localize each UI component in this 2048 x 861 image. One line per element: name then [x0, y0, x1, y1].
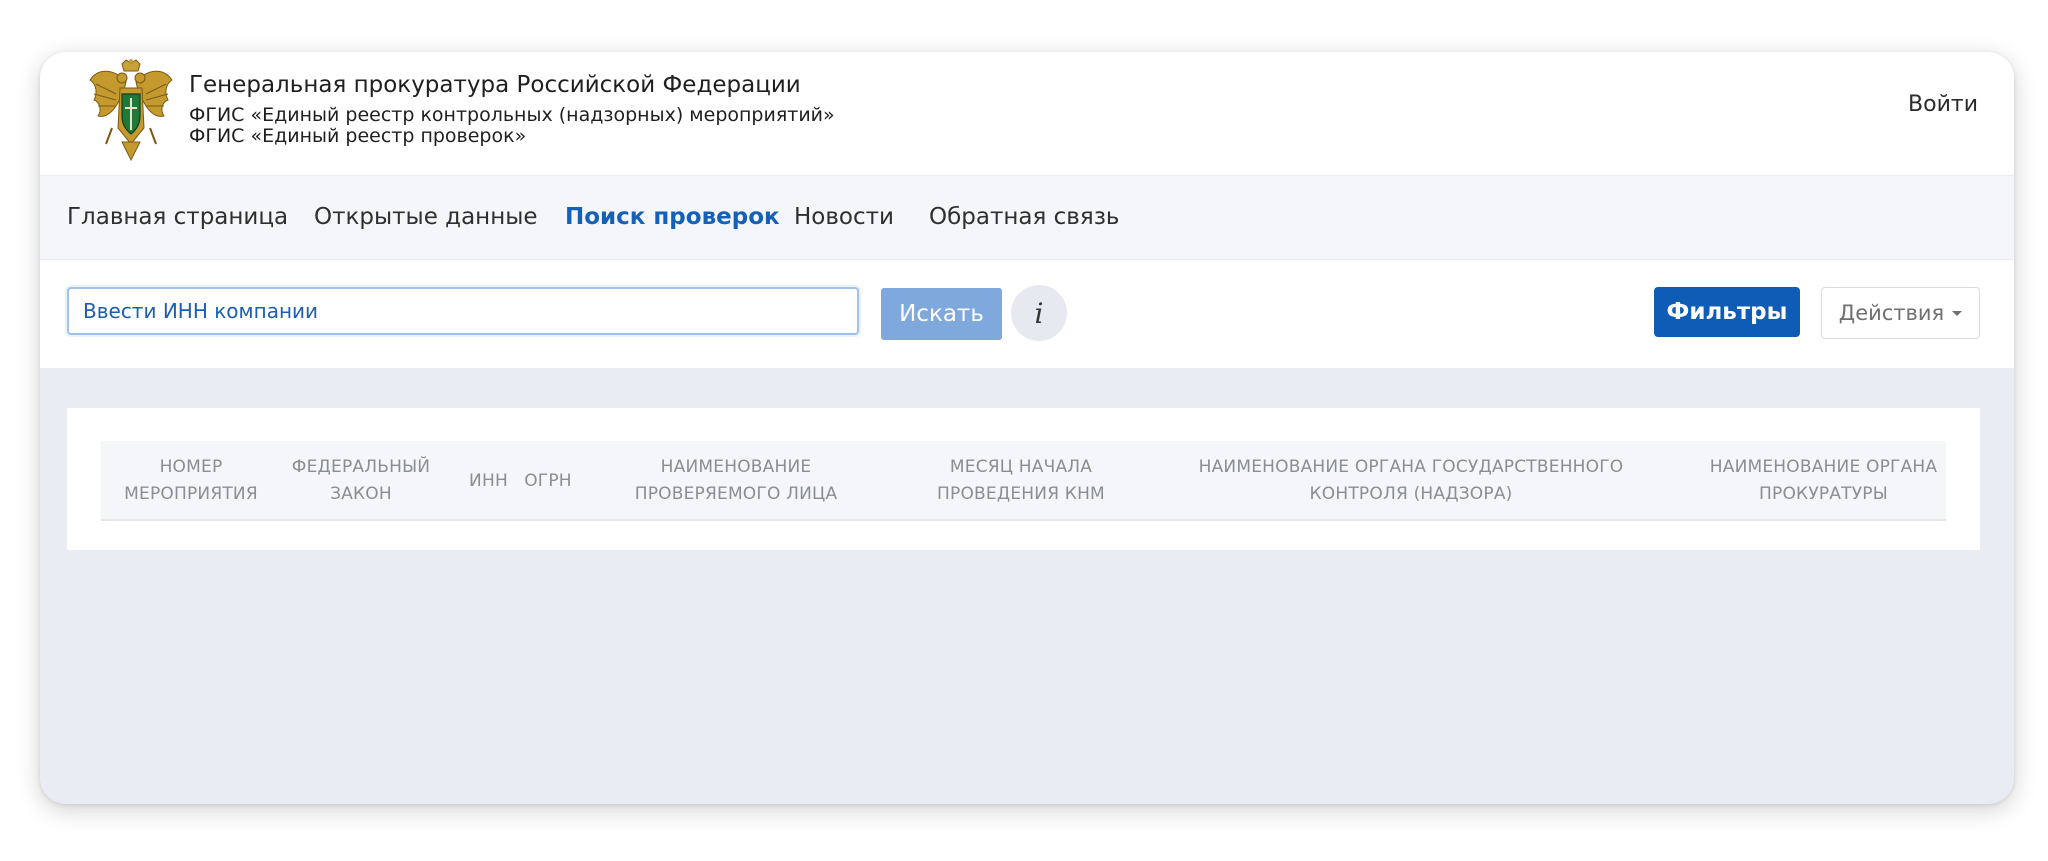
main-nav: Главная страница Открытые данные Поиск п… — [40, 176, 2014, 260]
app-window: Генеральная прокуратура Российской Федер… — [40, 52, 2014, 804]
login-link[interactable]: Войти — [1908, 92, 1978, 117]
filters-button[interactable]: Фильтры — [1654, 287, 1800, 337]
nav-item-search-inspections[interactable]: Поиск проверок — [565, 204, 780, 230]
org-subtitle-erp: ФГИС «Единый реестр проверок» — [189, 125, 527, 147]
coat-of-arms-logo[interactable] — [86, 58, 176, 164]
column-header-ogrn[interactable]: ОГРН — [519, 441, 577, 521]
inn-search-input[interactable] — [67, 287, 859, 335]
search-toolbar: Искать i Фильтры Действия — [40, 260, 2014, 368]
info-icon: i — [1034, 296, 1044, 330]
nav-item-open-data[interactable]: Открытые данные — [314, 204, 538, 230]
results-panel: НОМЕР МЕРОПРИЯТИЯ ФЕДЕРАЛЬНЫЙ ЗАКОН ИНН … — [67, 408, 1980, 550]
column-header-federal-law[interactable]: ФЕДЕРАЛЬНЫЙ ЗАКОН — [286, 441, 436, 521]
nav-item-home[interactable]: Главная страница — [67, 204, 288, 230]
column-header-prosecutor-office[interactable]: НАИМЕНОВАНИЕ ОРГАНА ПРОКУРАТУРЫ — [1701, 441, 1946, 521]
org-subtitle-erknm: ФГИС «Единый реестр контрольных (надзорн… — [189, 104, 835, 126]
column-header-inn[interactable]: ИНН — [466, 441, 511, 521]
site-header: Генеральная прокуратура Российской Федер… — [40, 52, 2014, 176]
column-header-start-month[interactable]: МЕСЯЦ НАЧАЛА ПРОВЕДЕНИЯ КНМ — [916, 441, 1126, 521]
actions-label: Действия — [1838, 301, 1945, 325]
info-button[interactable]: i — [1011, 285, 1067, 341]
column-header-inspected-entity[interactable]: НАИМЕНОВАНИЕ ПРОВЕРЯЕМОГО ЛИЦА — [586, 441, 886, 521]
nav-item-news[interactable]: Новости — [794, 204, 894, 230]
search-button[interactable]: Искать — [881, 288, 1002, 340]
actions-dropdown-button[interactable]: Действия — [1821, 287, 1980, 339]
org-title: Генеральная прокуратура Российской Федер… — [189, 72, 801, 98]
results-table-header: НОМЕР МЕРОПРИЯТИЯ ФЕДЕРАЛЬНЫЙ ЗАКОН ИНН … — [101, 441, 1946, 521]
nav-item-feedback[interactable]: Обратная связь — [929, 204, 1119, 230]
column-header-event-number[interactable]: НОМЕР МЕРОПРИЯТИЯ — [101, 441, 281, 521]
caret-down-icon — [1952, 310, 1963, 316]
column-header-control-authority[interactable]: НАИМЕНОВАНИЕ ОРГАНА ГОСУДАРСТВЕННОГО КОН… — [1151, 441, 1671, 521]
